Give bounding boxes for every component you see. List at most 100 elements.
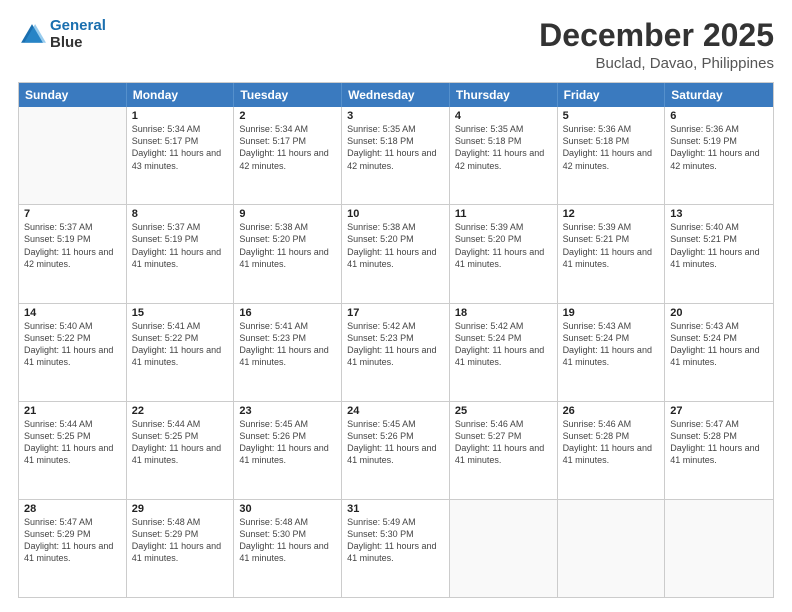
cell-info: Sunrise: 5:42 AMSunset: 5:24 PMDaylight:… [455, 320, 552, 369]
cell-info: Sunrise: 5:48 AMSunset: 5:30 PMDaylight:… [239, 516, 336, 565]
title-block: December 2025 Buclad, Davao, Philippines [539, 18, 774, 72]
day-cell-9: 9Sunrise: 5:38 AMSunset: 5:20 PMDaylight… [234, 205, 342, 302]
day-number: 9 [239, 208, 336, 220]
day-cell-8: 8Sunrise: 5:37 AMSunset: 5:19 PMDaylight… [127, 205, 235, 302]
cell-info: Sunrise: 5:49 AMSunset: 5:30 PMDaylight:… [347, 516, 444, 565]
day-header-thursday: Thursday [450, 83, 558, 107]
empty-cell [450, 500, 558, 597]
day-number: 26 [563, 405, 660, 417]
day-number: 18 [455, 307, 552, 319]
day-cell-29: 29Sunrise: 5:48 AMSunset: 5:29 PMDayligh… [127, 500, 235, 597]
day-cell-21: 21Sunrise: 5:44 AMSunset: 5:25 PMDayligh… [19, 402, 127, 499]
empty-cell [665, 500, 773, 597]
cell-info: Sunrise: 5:39 AMSunset: 5:21 PMDaylight:… [563, 221, 660, 270]
day-number: 16 [239, 307, 336, 319]
day-cell-5: 5Sunrise: 5:36 AMSunset: 5:18 PMDaylight… [558, 107, 666, 204]
cell-info: Sunrise: 5:45 AMSunset: 5:26 PMDaylight:… [239, 418, 336, 467]
day-cell-15: 15Sunrise: 5:41 AMSunset: 5:22 PMDayligh… [127, 304, 235, 401]
day-cell-24: 24Sunrise: 5:45 AMSunset: 5:26 PMDayligh… [342, 402, 450, 499]
cell-info: Sunrise: 5:46 AMSunset: 5:27 PMDaylight:… [455, 418, 552, 467]
cell-info: Sunrise: 5:44 AMSunset: 5:25 PMDaylight:… [24, 418, 121, 467]
day-number: 11 [455, 208, 552, 220]
day-cell-27: 27Sunrise: 5:47 AMSunset: 5:28 PMDayligh… [665, 402, 773, 499]
day-cell-23: 23Sunrise: 5:45 AMSunset: 5:26 PMDayligh… [234, 402, 342, 499]
day-header-wednesday: Wednesday [342, 83, 450, 107]
day-number: 6 [670, 110, 768, 122]
day-number: 12 [563, 208, 660, 220]
calendar-row-1: 1Sunrise: 5:34 AMSunset: 5:17 PMDaylight… [19, 107, 773, 204]
day-header-monday: Monday [127, 83, 235, 107]
day-number: 1 [132, 110, 229, 122]
day-header-tuesday: Tuesday [234, 83, 342, 107]
day-number: 15 [132, 307, 229, 319]
page: General Blue December 2025 Buclad, Davao… [0, 0, 792, 612]
empty-cell [19, 107, 127, 204]
day-number: 3 [347, 110, 444, 122]
day-number: 23 [239, 405, 336, 417]
logo-icon [18, 21, 46, 49]
day-header-friday: Friday [558, 83, 666, 107]
cell-info: Sunrise: 5:44 AMSunset: 5:25 PMDaylight:… [132, 418, 229, 467]
cell-info: Sunrise: 5:43 AMSunset: 5:24 PMDaylight:… [563, 320, 660, 369]
calendar-row-5: 28Sunrise: 5:47 AMSunset: 5:29 PMDayligh… [19, 499, 773, 597]
cell-info: Sunrise: 5:35 AMSunset: 5:18 PMDaylight:… [455, 123, 552, 172]
logo: General Blue [18, 18, 106, 51]
day-number: 17 [347, 307, 444, 319]
day-cell-25: 25Sunrise: 5:46 AMSunset: 5:27 PMDayligh… [450, 402, 558, 499]
cell-info: Sunrise: 5:46 AMSunset: 5:28 PMDaylight:… [563, 418, 660, 467]
day-number: 31 [347, 503, 444, 515]
cell-info: Sunrise: 5:43 AMSunset: 5:24 PMDaylight:… [670, 320, 768, 369]
day-cell-12: 12Sunrise: 5:39 AMSunset: 5:21 PMDayligh… [558, 205, 666, 302]
day-cell-20: 20Sunrise: 5:43 AMSunset: 5:24 PMDayligh… [665, 304, 773, 401]
empty-cell [558, 500, 666, 597]
cell-info: Sunrise: 5:48 AMSunset: 5:29 PMDaylight:… [132, 516, 229, 565]
day-cell-11: 11Sunrise: 5:39 AMSunset: 5:20 PMDayligh… [450, 205, 558, 302]
cell-info: Sunrise: 5:47 AMSunset: 5:28 PMDaylight:… [670, 418, 768, 467]
day-cell-22: 22Sunrise: 5:44 AMSunset: 5:25 PMDayligh… [127, 402, 235, 499]
day-header-sunday: Sunday [19, 83, 127, 107]
day-cell-6: 6Sunrise: 5:36 AMSunset: 5:19 PMDaylight… [665, 107, 773, 204]
day-cell-19: 19Sunrise: 5:43 AMSunset: 5:24 PMDayligh… [558, 304, 666, 401]
day-number: 8 [132, 208, 229, 220]
day-number: 30 [239, 503, 336, 515]
logo-text: General Blue [50, 18, 106, 51]
day-cell-28: 28Sunrise: 5:47 AMSunset: 5:29 PMDayligh… [19, 500, 127, 597]
cell-info: Sunrise: 5:34 AMSunset: 5:17 PMDaylight:… [132, 123, 229, 172]
day-cell-1: 1Sunrise: 5:34 AMSunset: 5:17 PMDaylight… [127, 107, 235, 204]
day-cell-16: 16Sunrise: 5:41 AMSunset: 5:23 PMDayligh… [234, 304, 342, 401]
day-number: 29 [132, 503, 229, 515]
day-number: 19 [563, 307, 660, 319]
day-cell-10: 10Sunrise: 5:38 AMSunset: 5:20 PMDayligh… [342, 205, 450, 302]
cell-info: Sunrise: 5:35 AMSunset: 5:18 PMDaylight:… [347, 123, 444, 172]
cell-info: Sunrise: 5:41 AMSunset: 5:22 PMDaylight:… [132, 320, 229, 369]
cell-info: Sunrise: 5:38 AMSunset: 5:20 PMDaylight:… [239, 221, 336, 270]
cell-info: Sunrise: 5:38 AMSunset: 5:20 PMDaylight:… [347, 221, 444, 270]
cell-info: Sunrise: 5:36 AMSunset: 5:18 PMDaylight:… [563, 123, 660, 172]
cell-info: Sunrise: 5:39 AMSunset: 5:20 PMDaylight:… [455, 221, 552, 270]
cell-info: Sunrise: 5:42 AMSunset: 5:23 PMDaylight:… [347, 320, 444, 369]
day-cell-7: 7Sunrise: 5:37 AMSunset: 5:19 PMDaylight… [19, 205, 127, 302]
day-cell-4: 4Sunrise: 5:35 AMSunset: 5:18 PMDaylight… [450, 107, 558, 204]
calendar-body: 1Sunrise: 5:34 AMSunset: 5:17 PMDaylight… [19, 107, 773, 597]
header: General Blue December 2025 Buclad, Davao… [18, 18, 774, 72]
day-number: 20 [670, 307, 768, 319]
day-cell-26: 26Sunrise: 5:46 AMSunset: 5:28 PMDayligh… [558, 402, 666, 499]
location: Buclad, Davao, Philippines [539, 55, 774, 72]
cell-info: Sunrise: 5:36 AMSunset: 5:19 PMDaylight:… [670, 123, 768, 172]
cell-info: Sunrise: 5:40 AMSunset: 5:22 PMDaylight:… [24, 320, 121, 369]
day-cell-2: 2Sunrise: 5:34 AMSunset: 5:17 PMDaylight… [234, 107, 342, 204]
calendar-row-2: 7Sunrise: 5:37 AMSunset: 5:19 PMDaylight… [19, 204, 773, 302]
calendar-row-4: 21Sunrise: 5:44 AMSunset: 5:25 PMDayligh… [19, 401, 773, 499]
day-number: 22 [132, 405, 229, 417]
day-number: 25 [455, 405, 552, 417]
day-cell-3: 3Sunrise: 5:35 AMSunset: 5:18 PMDaylight… [342, 107, 450, 204]
calendar-header: SundayMondayTuesdayWednesdayThursdayFrid… [19, 83, 773, 107]
day-cell-18: 18Sunrise: 5:42 AMSunset: 5:24 PMDayligh… [450, 304, 558, 401]
cell-info: Sunrise: 5:34 AMSunset: 5:17 PMDaylight:… [239, 123, 336, 172]
day-cell-31: 31Sunrise: 5:49 AMSunset: 5:30 PMDayligh… [342, 500, 450, 597]
day-number: 2 [239, 110, 336, 122]
day-number: 5 [563, 110, 660, 122]
day-number: 14 [24, 307, 121, 319]
day-number: 7 [24, 208, 121, 220]
day-number: 21 [24, 405, 121, 417]
